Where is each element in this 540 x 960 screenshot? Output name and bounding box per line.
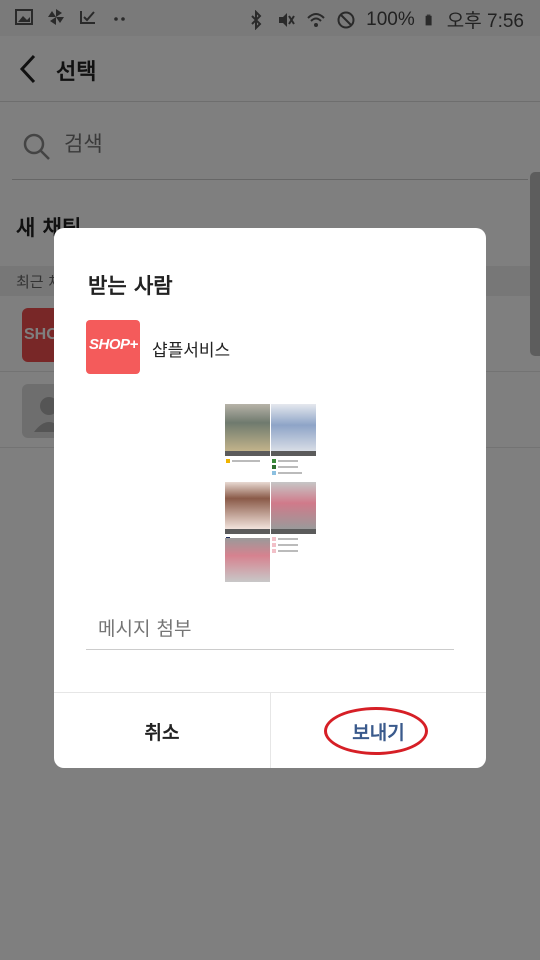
- preview-caption: [271, 451, 316, 456]
- preview-swatch: [272, 543, 276, 547]
- preview-photo: [271, 404, 316, 451]
- preview-swatch: [272, 537, 276, 541]
- preview-caption: [271, 529, 316, 534]
- preview-photo: [271, 482, 316, 529]
- preview-text-line: [278, 538, 298, 540]
- preview-swatch: [272, 471, 276, 475]
- dialog-title: 받는 사람: [88, 274, 173, 298]
- preview-text-line: [278, 466, 298, 468]
- message-field[interactable]: [86, 610, 454, 650]
- preview-swatch: [272, 459, 276, 463]
- preview-photo: [225, 404, 270, 451]
- dialog-button-bar: 취소 보내기: [54, 692, 486, 768]
- preview-text-line: [278, 544, 298, 546]
- preview-swatch: [226, 459, 230, 463]
- share-dialog: 받는 사람 SHOP+ 샵플서비스 메시지 첨부 취소 보내기: [54, 228, 486, 768]
- preview-caption: [225, 529, 270, 534]
- recipient-logo: SHOP+: [86, 320, 140, 374]
- message-input[interactable]: [98, 618, 438, 640]
- recipient-name: 샵플서비스: [152, 341, 231, 361]
- preview-text-line: [278, 550, 298, 552]
- send-button-label: 보내기: [352, 721, 405, 744]
- preview-text-line: [278, 472, 302, 474]
- preview-photo: [225, 482, 270, 529]
- recipient: SHOP+ 샵플서비스: [86, 320, 446, 374]
- preview-photo: [225, 538, 270, 582]
- preview-swatch: [272, 549, 276, 553]
- preview-text-line: [278, 460, 298, 462]
- preview-text-line: [232, 460, 260, 462]
- preview-swatch: [272, 465, 276, 469]
- preview-caption: [225, 451, 270, 456]
- send-button[interactable]: 보내기: [270, 693, 486, 768]
- attachment-preview-image: [224, 392, 316, 584]
- cancel-button[interactable]: 취소: [54, 693, 270, 768]
